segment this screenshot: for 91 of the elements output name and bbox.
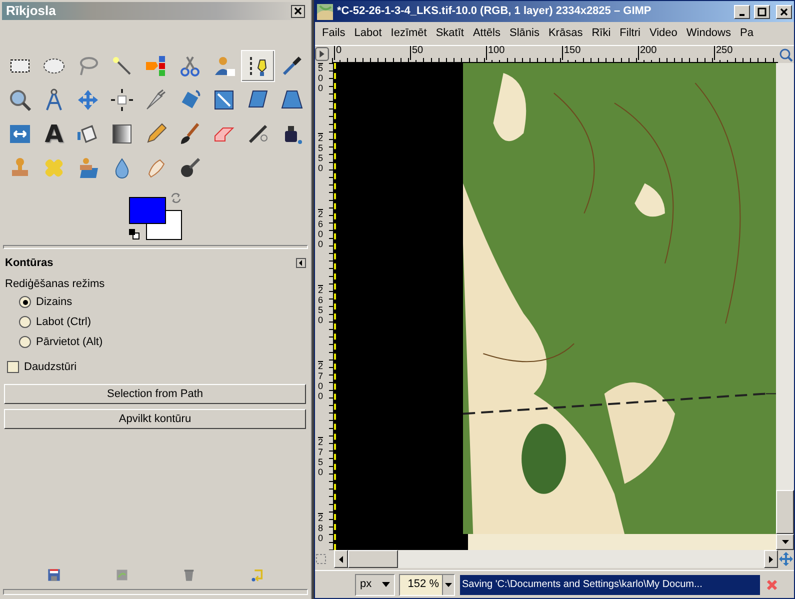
path-pen-tool[interactable] xyxy=(241,50,275,82)
save-icon xyxy=(46,568,61,582)
quick-mask-icon xyxy=(315,553,327,565)
minimize-button[interactable] xyxy=(734,4,750,18)
person-select-icon xyxy=(212,54,236,78)
menu-item[interactable]: Filtri xyxy=(620,25,640,42)
status-message: Saving 'C:\Documents and Settings\karlo\My Docum... xyxy=(460,574,760,594)
magnifier-icon xyxy=(8,88,32,112)
scroll-right-button[interactable] xyxy=(764,550,778,568)
ruler-label: 2550 xyxy=(318,133,323,174)
scale-icon xyxy=(212,88,236,112)
radio-label[interactable]: Dizains xyxy=(36,294,72,310)
menu-item[interactable]: Windows xyxy=(686,25,731,42)
left-arrow-icon xyxy=(339,556,343,562)
scrollbar-thumb[interactable] xyxy=(348,550,398,568)
navigate-icon xyxy=(778,551,794,567)
menu-item[interactable]: Labot xyxy=(354,25,382,42)
swap-arrows-icon xyxy=(170,192,182,204)
ruler-label: 0 xyxy=(334,46,342,60)
checkbox[interactable] xyxy=(7,361,19,373)
horizontal-scrollbar[interactable] xyxy=(334,550,778,568)
dropdown-arrow-icon xyxy=(445,582,452,586)
eyedropper-icon xyxy=(280,54,304,78)
window-title: Rīkjosla xyxy=(6,2,56,20)
scrollbar-thumb[interactable] xyxy=(776,490,794,534)
maximize-button[interactable] xyxy=(754,4,770,18)
maximize-icon xyxy=(757,6,767,16)
paint-bucket-icon xyxy=(76,122,100,146)
cancel-icon xyxy=(766,578,778,590)
menu-item[interactable]: Skatīt xyxy=(436,25,464,42)
ruler-label: 2600 xyxy=(318,209,323,250)
action-button[interactable]: Selection from Path xyxy=(4,384,306,404)
panel-title: Kontūras xyxy=(5,256,54,271)
menu-item[interactable]: Pa xyxy=(740,25,754,42)
radio-button[interactable] xyxy=(19,296,31,308)
menu-item[interactable]: Fails xyxy=(322,25,346,42)
default-colors-icon xyxy=(128,228,140,240)
ruler-label: 2650 xyxy=(318,285,323,326)
color-swatches-drawing[interactable] xyxy=(129,197,183,241)
pencil-icon xyxy=(144,122,168,146)
ruler-label: 250 xyxy=(714,46,733,60)
scroll-left-button[interactable] xyxy=(334,550,348,568)
ruler-label: 50 xyxy=(410,46,424,60)
ruler-label: 2700 xyxy=(318,361,323,402)
move-arrows-icon xyxy=(76,88,100,112)
down-arrow-icon xyxy=(782,540,788,544)
close-button[interactable] xyxy=(291,4,305,18)
paintbrush-icon xyxy=(178,122,202,146)
action-button[interactable]: Apvilkt kontūru xyxy=(4,409,306,429)
radio-label[interactable]: Labot (Ctrl) xyxy=(36,314,92,330)
unit-dropdown[interactable]: px xyxy=(355,574,395,596)
radio-button[interactable] xyxy=(19,316,31,328)
ruler-label: 200 xyxy=(638,46,657,60)
menu-item[interactable]: Attēls xyxy=(472,25,500,42)
ruler-label: 150 xyxy=(562,46,581,60)
gradient-icon xyxy=(110,122,134,146)
image-thumbnail-icon xyxy=(317,4,333,20)
menu-item[interactable]: Video xyxy=(649,25,678,42)
menu-item[interactable]: Iezīmēt xyxy=(390,25,427,42)
close-icon xyxy=(779,6,789,16)
flip-icon xyxy=(8,122,32,146)
dropdown-arrow-icon xyxy=(382,582,390,587)
trash-icon xyxy=(182,568,196,582)
reset-icon xyxy=(250,568,264,582)
panel-menu-icon xyxy=(296,258,306,268)
right-arrow-icon xyxy=(769,556,773,562)
window-title: *C-52-26-1-3-4_LKS.tif-10.0 (RGB, 1 layer) 2334x2825 – GIMP xyxy=(337,4,652,20)
close-icon xyxy=(294,7,302,15)
knife-icon xyxy=(144,88,168,112)
scissors-icon xyxy=(178,54,202,78)
menu-item[interactable]: Krāsas xyxy=(548,25,583,42)
ruler-label: 2750 xyxy=(318,437,323,478)
scroll-down-button[interactable] xyxy=(776,534,794,550)
ruler-label: 280 xyxy=(318,513,323,544)
menu-item[interactable]: Rīki xyxy=(592,25,611,42)
section-label: Rediģēšanas režims xyxy=(4,276,106,292)
minimize-icon xyxy=(739,14,745,16)
color-select-icon xyxy=(144,54,168,78)
zoom-icon xyxy=(778,47,794,63)
menu-item[interactable]: Slānis xyxy=(509,25,540,42)
vertical-scrollbar[interactable] xyxy=(776,63,794,550)
zoom-dropdown[interactable]: 152 % xyxy=(399,574,455,596)
text-tool[interactable]: A xyxy=(37,118,71,150)
radio-button[interactable] xyxy=(19,336,31,348)
ruler-label: 100 xyxy=(486,46,505,60)
checkbox-label[interactable]: Daudzstūri xyxy=(24,358,77,376)
align-icon xyxy=(110,88,134,112)
radio-label[interactable]: Pārvietot (Alt) xyxy=(36,334,103,350)
ruler-label: 500 xyxy=(318,63,323,94)
airbrush-icon xyxy=(246,122,270,146)
dodge-burn-icon xyxy=(178,156,202,180)
